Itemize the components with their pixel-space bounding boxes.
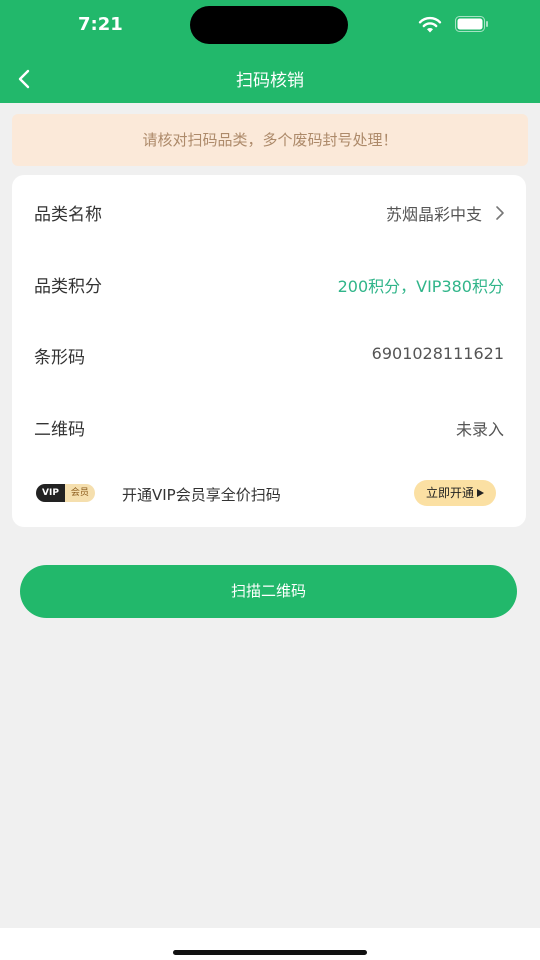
open-vip-button-label: 立即开通 xyxy=(425,486,474,500)
home-indicator[interactable] xyxy=(173,950,367,955)
barcode-row: 条形码 6901028111621 xyxy=(12,337,526,373)
vip-badge: VIP 会员 xyxy=(36,484,95,502)
wifi-icon xyxy=(418,16,442,33)
battery-icon xyxy=(455,16,488,32)
info-card: 品类名称 苏烟晶彩中支 品类积分 200积分，VIP380积分 条形码 6901… xyxy=(12,175,526,527)
category-points-label: 品类积分 xyxy=(34,277,102,297)
camera-notch xyxy=(190,6,348,44)
page-title: 扫码核销 xyxy=(236,71,304,91)
qrcode-label: 二维码 xyxy=(34,420,85,440)
notice-banner: 请核对扫码品类，多个废码封号处理！ xyxy=(12,114,528,166)
vip-promo-row: VIP 会员 开通VIP会员享全价扫码 立即开通 xyxy=(12,477,526,511)
play-icon xyxy=(477,489,484,497)
barcode-label: 条形码 xyxy=(34,348,85,368)
category-name-label: 品类名称 xyxy=(34,205,102,225)
chevron-right-icon xyxy=(496,206,504,220)
category-points-value: 200积分，VIP380积分 xyxy=(337,277,504,296)
vip-badge-label: VIP xyxy=(36,484,65,502)
vip-member-label: 会员 xyxy=(64,484,95,502)
qrcode-value: 未录入 xyxy=(455,420,504,439)
open-vip-button[interactable]: 立即开通 xyxy=(413,480,496,506)
category-points-row: 品类积分 200积分，VIP380积分 xyxy=(12,266,526,302)
scan-qrcode-button[interactable]: 扫描二维码 xyxy=(20,565,517,618)
category-name-row[interactable]: 品类名称 苏烟晶彩中支 xyxy=(12,194,526,230)
header: 7:21 扫码核销 xyxy=(0,0,540,103)
barcode-value: 6901028111621 xyxy=(371,344,504,363)
home-indicator-area xyxy=(0,928,540,960)
vip-promo-text: 开通VIP会员享全价扫码 xyxy=(122,486,281,504)
status-time: 7:21 xyxy=(78,14,123,35)
qrcode-row: 二维码 未录入 xyxy=(12,409,526,445)
category-name-value: 苏烟晶彩中支 xyxy=(385,205,482,224)
